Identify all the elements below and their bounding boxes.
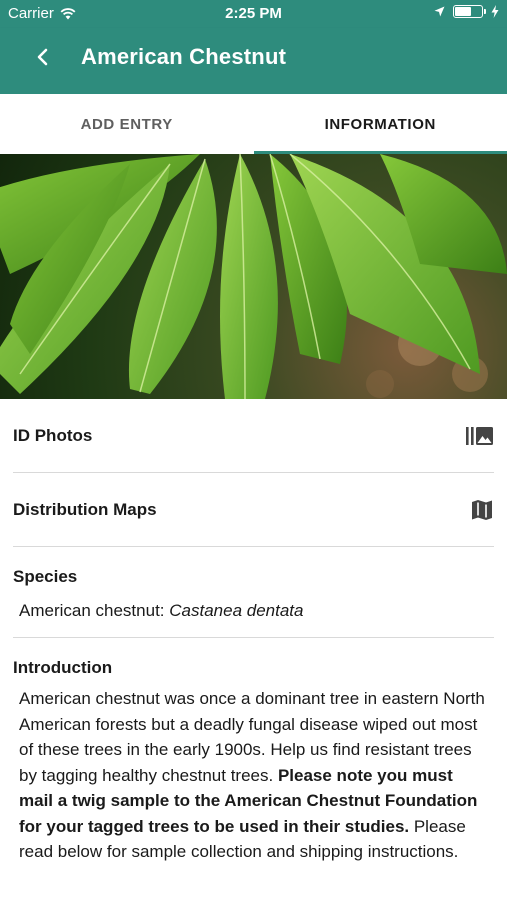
info-content: ID Photos Distribution Maps Species Amer… — [0, 399, 507, 865]
species-scientific-name: Castanea dentata — [169, 601, 304, 620]
back-button[interactable] — [30, 45, 54, 69]
hero-image — [0, 154, 507, 399]
battery-level — [455, 7, 471, 16]
species-heading: Species — [13, 567, 78, 586]
id-photos-row[interactable]: ID Photos — [13, 399, 494, 473]
app-bar: American Chestnut — [0, 28, 507, 94]
tab-add-entry[interactable]: ADD ENTRY — [0, 94, 254, 154]
page-title: American Chestnut — [81, 44, 287, 69]
photo-library-icon — [466, 426, 494, 446]
introduction-text: American chestnut was once a dominant tr… — [13, 678, 494, 865]
species-text: American chestnut: Castanea dentata — [13, 587, 494, 637]
distribution-maps-row[interactable]: Distribution Maps — [13, 473, 494, 547]
species-section: Species American chestnut: Castanea dent… — [13, 547, 494, 638]
status-time: 2:25 PM — [225, 5, 282, 22]
introduction-section: Introduction American chestnut was once … — [13, 638, 494, 865]
tab-bar: ADD ENTRY INFORMATION — [0, 94, 507, 154]
tab-information[interactable]: INFORMATION — [253, 94, 507, 154]
status-bar: Carrier 2:25 PM — [0, 0, 507, 28]
location-arrow-icon — [434, 6, 445, 17]
charging-bolt-icon — [491, 5, 499, 18]
status-right — [434, 5, 499, 18]
introduction-heading: Introduction — [13, 658, 113, 677]
distribution-maps-label: Distribution Maps — [13, 499, 157, 519]
species-common-name: American chestnut: — [19, 601, 165, 620]
id-photos-label: ID Photos — [13, 425, 93, 445]
chestnut-leaves-image — [0, 154, 507, 399]
chevron-left-icon — [37, 48, 48, 66]
battery-icon — [453, 5, 486, 18]
map-icon — [470, 498, 494, 522]
